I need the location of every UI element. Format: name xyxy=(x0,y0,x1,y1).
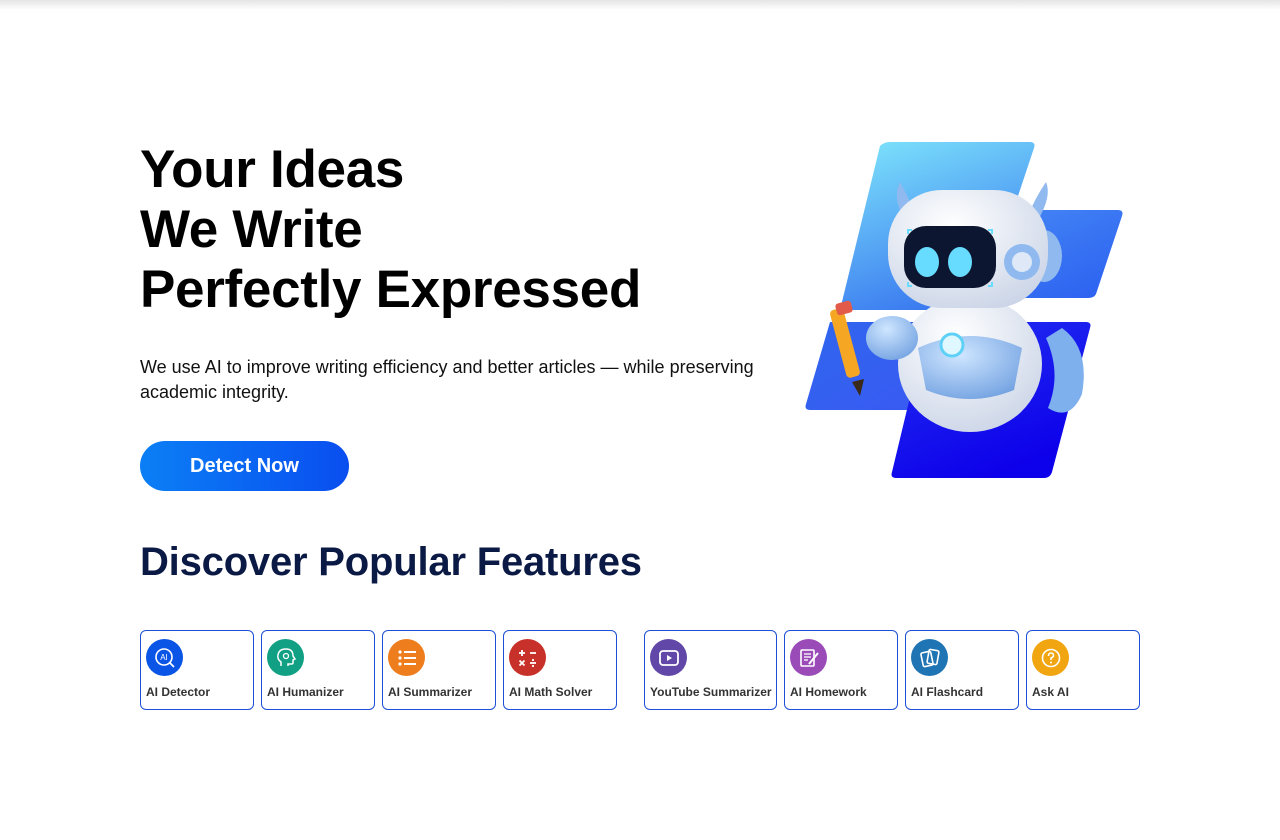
ai-flashcard-icon xyxy=(911,639,948,676)
feature-card-ai-humanizer[interactable]: AI Humanizer xyxy=(261,630,375,710)
feature-label: YouTube Summarizer xyxy=(650,685,772,699)
hero-title-line-1: Your Ideas xyxy=(140,140,405,199)
hero-title-line-3: Perfectly Expressed xyxy=(140,260,642,319)
youtube-summarizer-icon xyxy=(650,639,687,676)
feature-card-ai-flashcard[interactable]: AI Flashcard xyxy=(905,630,1019,710)
ai-summarizer-icon xyxy=(388,639,425,676)
features-title: Discover Popular Features xyxy=(140,540,642,584)
ai-humanizer-icon xyxy=(267,639,304,676)
ai-math-solver-icon xyxy=(509,639,546,676)
feature-card-youtube-summarizer[interactable]: YouTube Summarizer xyxy=(644,630,777,710)
detect-now-button[interactable]: Detect Now xyxy=(140,441,349,491)
feature-label: AI Humanizer xyxy=(267,685,344,699)
hero-title: Your Ideas We Write Perfectly Expressed xyxy=(140,140,780,320)
hero-section: Your Ideas We Write Perfectly Expressed … xyxy=(140,140,780,491)
feature-card-ai-homework[interactable]: AI Homework xyxy=(784,630,898,710)
ai-detector-icon: AI xyxy=(146,639,183,676)
ai-homework-icon xyxy=(790,639,827,676)
feature-card-ai-summarizer[interactable]: AI Summarizer xyxy=(382,630,496,710)
feature-card-ai-math-solver[interactable]: AI Math Solver xyxy=(503,630,617,710)
header-shadow xyxy=(0,0,1280,10)
feature-label: AI Detector xyxy=(146,685,211,699)
feature-label: AI Summarizer xyxy=(388,685,473,699)
hero-description: We use AI to improve writing efficiency … xyxy=(140,357,754,402)
feature-label: AI Homework xyxy=(790,685,867,699)
feature-card-ask-ai[interactable]: Ask AI xyxy=(1026,630,1140,710)
feature-label: AI Math Solver xyxy=(509,685,593,699)
hero-title-line-2: We Write xyxy=(140,200,363,259)
robot-illustration xyxy=(800,138,1130,483)
ask-ai-icon xyxy=(1032,639,1069,676)
svg-text:AI: AI xyxy=(160,653,168,662)
feature-label: Ask AI xyxy=(1032,685,1069,699)
feature-label: AI Flashcard xyxy=(911,685,984,699)
feature-card-ai-detector[interactable]: AI AI Detector xyxy=(140,630,254,710)
